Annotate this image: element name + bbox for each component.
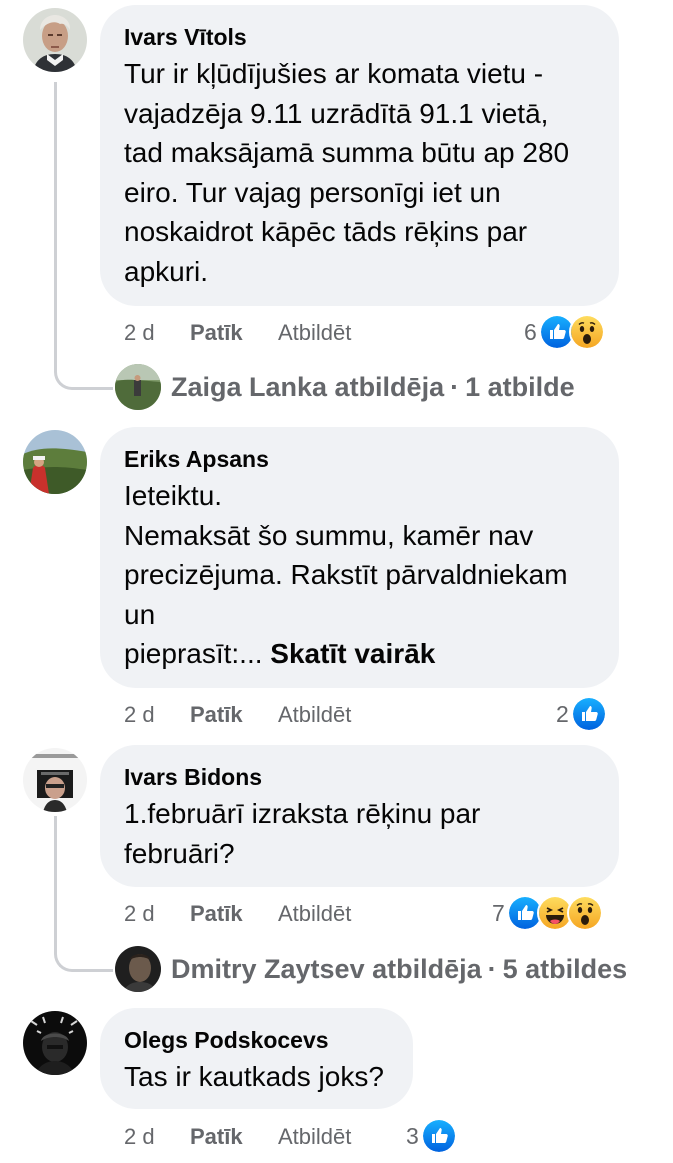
reaction-summary[interactable]: 6 <box>524 314 605 350</box>
avatar <box>115 946 161 992</box>
avatar[interactable] <box>23 748 87 812</box>
view-replies-link[interactable]: Zaiga Lanka atbildēja · 1 atbilde <box>115 364 575 410</box>
comment-line: noskaidrot kāpēc tāds rēķins par <box>124 216 528 247</box>
comment-line: Tur ir kļūdījušies ar komata vietu - <box>124 58 544 89</box>
comment-text: Ieteiktu. Nemaksāt šo summu, kamēr nav p… <box>124 476 595 674</box>
separator: · <box>487 953 497 984</box>
comment-line: februāri? <box>124 837 235 869</box>
truncated-text: pieprasīt:... <box>124 638 263 669</box>
comment-line: eiro. Tur vajag personīgi iet un <box>124 176 501 208</box>
comment-line: Nemaksāt šo summu, kamēr nav <box>124 519 534 551</box>
comment-text: 1.februārī izraksta rēķinu par februāri? <box>124 794 595 873</box>
reply-button[interactable]: Atbildēt <box>278 320 351 346</box>
comment-line: Ieteiktu. <box>124 480 223 511</box>
see-more-link[interactable]: Skatīt vairāk <box>270 638 435 669</box>
avatar[interactable] <box>23 8 87 72</box>
reaction-count: 6 <box>524 318 537 345</box>
comment-timestamp[interactable]: 2 d <box>124 1124 155 1150</box>
comment-bubble: Ivars Bidons 1.februārī izraksta rēķinu … <box>100 745 619 887</box>
avatar <box>115 364 161 410</box>
like-button[interactable]: Patīk <box>190 702 243 728</box>
wow-icon <box>568 314 605 350</box>
comment-timestamp[interactable]: 2 d <box>124 702 155 728</box>
reaction-summary[interactable]: 2 <box>556 696 607 732</box>
comment-author[interactable]: Olegs Podskocevs <box>124 1026 389 1054</box>
like-icon <box>420 1118 457 1154</box>
like-icon <box>570 696 607 732</box>
like-button[interactable]: Patīk <box>190 320 243 346</box>
reply-button[interactable]: Atbildēt <box>278 1124 351 1150</box>
reaction-count: 2 <box>556 700 569 727</box>
comment-line: Tas ir kautkads joks? <box>124 1061 384 1092</box>
reaction-count: 3 <box>406 1122 419 1149</box>
comment-bubble: Olegs Podskocevs Tas ir kautkads joks? <box>100 1008 413 1109</box>
comment-line: pieprasīt:... Skatīt vairāk <box>124 634 595 674</box>
comment-author[interactable]: Ivars Bidons <box>124 763 595 791</box>
comment-line: precizējuma. Rakstīt pārvaldniekam <box>124 559 568 590</box>
reply-summary-author: Dmitry Zaytsev atbildēja <box>171 953 482 984</box>
comment-bubble: Eriks Apsans Ieteiktu. Nemaksāt šo summu… <box>100 427 619 688</box>
reply-count: 5 atbildes <box>502 953 628 984</box>
comment-author[interactable]: Ivars Vītols <box>124 23 595 51</box>
comment-line: apkuri. <box>124 255 209 287</box>
avatar[interactable] <box>23 1011 87 1075</box>
reply-button[interactable]: Atbildēt <box>278 901 351 927</box>
wow-icon <box>566 895 603 931</box>
comment-line: un <box>124 598 156 630</box>
comment-timestamp[interactable]: 2 d <box>124 901 155 927</box>
comment-text: Tas ir kautkads joks? <box>124 1057 389 1097</box>
comment-line: tad maksājamā summa būtu ap 280 <box>124 137 570 168</box>
comment-text: Tur ir kļūdījušies ar komata vietu - vaj… <box>124 54 595 291</box>
comment-bubble: Ivars Vītols Tur ir kļūdījušies ar komat… <box>100 5 619 306</box>
avatar[interactable] <box>23 430 87 494</box>
comment-author[interactable]: Eriks Apsans <box>124 445 595 473</box>
comment-line: vajadzēja 9.11 uzrādītā 91.1 vietā, <box>124 97 549 129</box>
separator: · <box>450 371 460 402</box>
view-replies-link[interactable]: Dmitry Zaytsev atbildēja · 5 atbildes <box>115 946 627 992</box>
like-button[interactable]: Patīk <box>190 1124 243 1150</box>
reply-summary-author: Zaiga Lanka atbildēja <box>171 371 445 402</box>
reaction-summary[interactable]: 3 <box>406 1118 457 1154</box>
comment-timestamp[interactable]: 2 d <box>124 320 155 346</box>
comment-line: 1.februārī izraksta rēķinu par <box>124 798 481 829</box>
like-button[interactable]: Patīk <box>190 901 243 927</box>
reaction-summary[interactable]: 7 <box>492 895 603 931</box>
reply-button[interactable]: Atbildēt <box>278 702 351 728</box>
reaction-count: 7 <box>492 899 505 926</box>
reply-count: 1 atbilde <box>465 371 575 402</box>
